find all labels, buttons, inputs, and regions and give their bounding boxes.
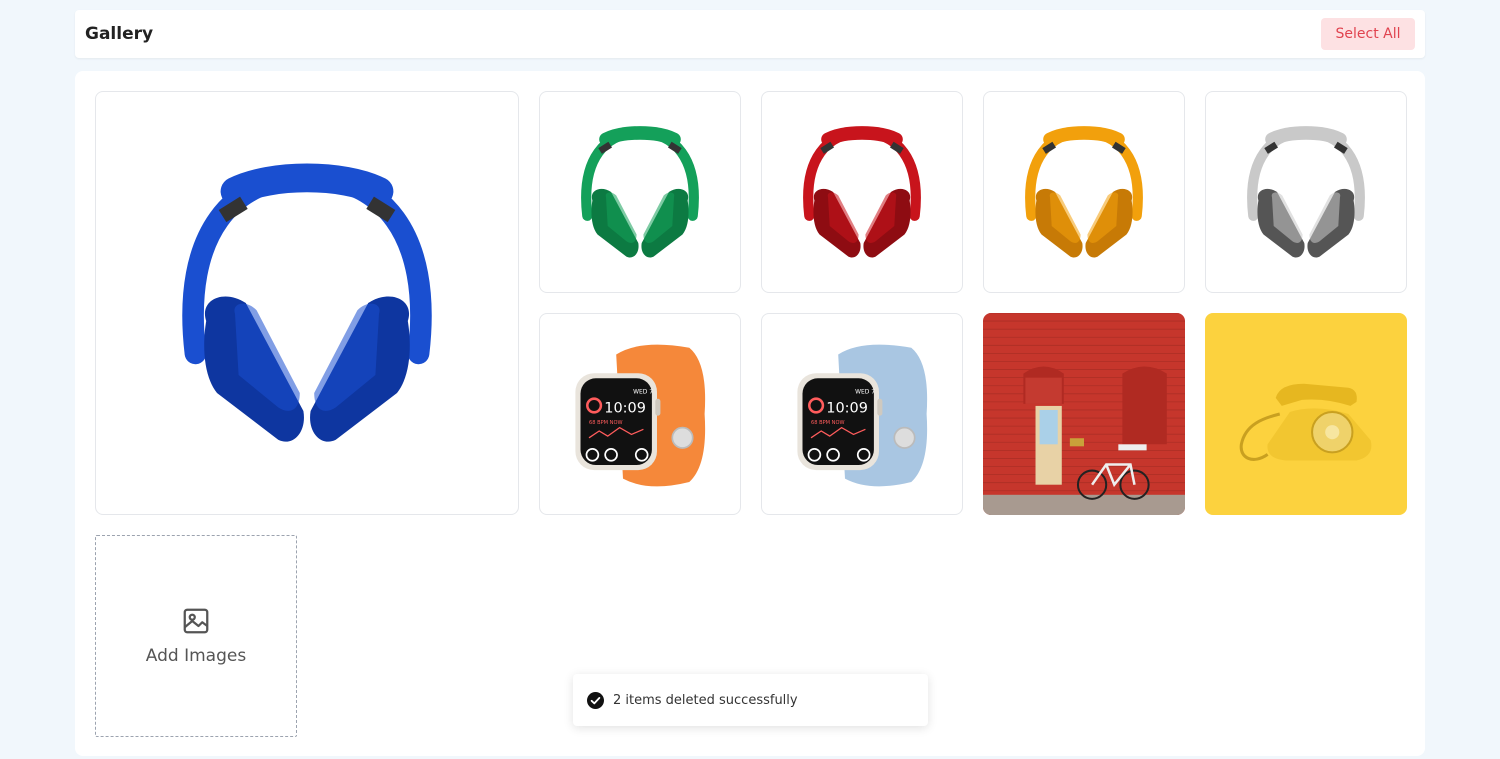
svg-text:WED 7: WED 7 — [633, 389, 653, 396]
gallery-header: Gallery Select All — [75, 10, 1425, 58]
headphones-red-image[interactable] — [761, 91, 963, 293]
add-images-button[interactable]: Add Images — [95, 535, 297, 737]
page-title: Gallery — [85, 24, 154, 44]
check-circle-icon — [587, 691, 604, 709]
headphones-orange-image[interactable] — [983, 91, 1185, 293]
yellow-telephone-image[interactable] — [1205, 313, 1407, 515]
svg-text:68 BPM NOW: 68 BPM NOW — [811, 420, 845, 426]
image-grid: WED 7 10:09 68 BPM NOW WED 7 10:09 68 BP… — [95, 91, 1407, 737]
watch-orange-band-image[interactable]: WED 7 10:09 68 BPM NOW — [539, 313, 741, 515]
svg-text:WED 7: WED 7 — [855, 389, 875, 396]
toast-message: 2 items deleted successfully — [613, 692, 798, 708]
red-wall-bicycle-image[interactable] — [983, 313, 1185, 515]
svg-text:10:09: 10:09 — [826, 400, 868, 416]
select-all-button[interactable]: Select All — [1321, 18, 1415, 50]
svg-text:68 BPM NOW: 68 BPM NOW — [589, 420, 623, 426]
headphones-silver-image[interactable] — [1205, 91, 1407, 293]
image-icon — [183, 608, 209, 634]
svg-text:10:09: 10:09 — [604, 400, 646, 416]
gallery-panel: WED 7 10:09 68 BPM NOW WED 7 10:09 68 BP… — [75, 71, 1425, 756]
headphones-green-image[interactable] — [539, 91, 741, 293]
add-images-label: Add Images — [145, 646, 247, 666]
watch-blue-band-image[interactable]: WED 7 10:09 68 BPM NOW — [761, 313, 963, 515]
headphones-blue-image[interactable] — [95, 91, 519, 515]
success-toast: 2 items deleted successfully — [573, 674, 928, 726]
